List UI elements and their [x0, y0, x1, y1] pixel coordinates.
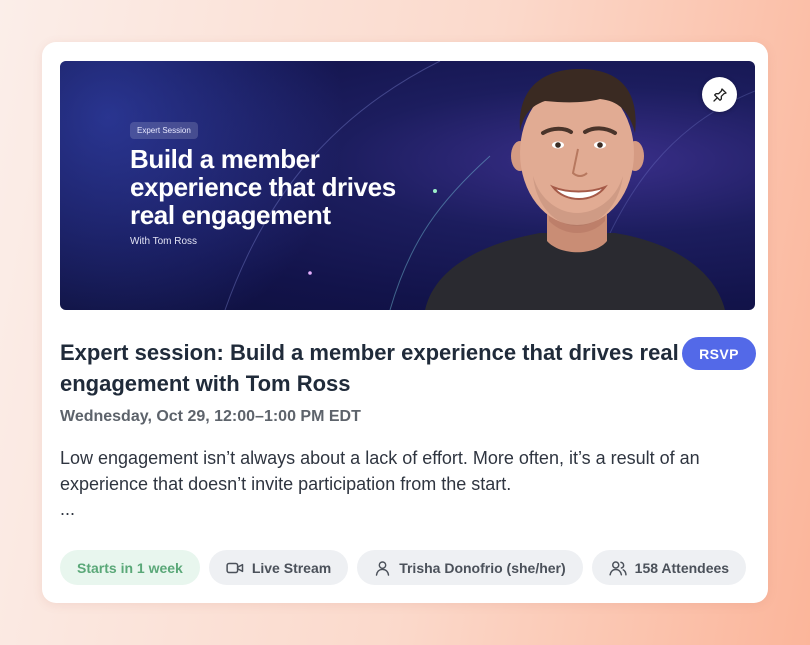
read-more-ellipsis[interactable]: ...: [60, 499, 75, 520]
event-title[interactable]: Expert session: Build a member experienc…: [60, 337, 680, 399]
session-type-pill: Expert Session: [130, 122, 198, 139]
pin-button[interactable]: [702, 77, 737, 112]
banner-title: Build a member experience that drives re…: [130, 144, 396, 230]
event-banner: Expert Session Build a member experience…: [60, 61, 755, 310]
live-stream-label: Live Stream: [251, 559, 332, 576]
rsvp-button[interactable]: RSVP: [682, 337, 756, 370]
live-stream-chip[interactable]: Live Stream: [208, 550, 349, 585]
event-card: Expert Session Build a member experience…: [42, 42, 768, 603]
attendees-chip[interactable]: 158 Attendees: [591, 550, 747, 585]
starts-in-label: Starts in 1 week: [77, 559, 183, 576]
video-camera-icon: [226, 562, 244, 573]
user-icon: [375, 560, 390, 576]
users-icon: [609, 560, 627, 575]
host-chip[interactable]: Trisha Donofrio (she/her): [357, 550, 583, 585]
event-datetime: Wednesday, Oct 29, 12:00–1:00 PM EDT: [60, 408, 361, 425]
pin-icon: [712, 87, 727, 102]
host-label: Trisha Donofrio (she/her): [399, 559, 566, 576]
attendees-label: 158 Attendees: [634, 559, 730, 576]
event-meta-chips: Starts in 1 week Live Stream Trisha Dono…: [60, 550, 747, 585]
starts-in-chip: Starts in 1 week: [60, 550, 200, 585]
event-description: Low engagement isn’t always about a lack…: [60, 448, 700, 494]
banner-speaker: With Tom Ross: [130, 236, 198, 247]
